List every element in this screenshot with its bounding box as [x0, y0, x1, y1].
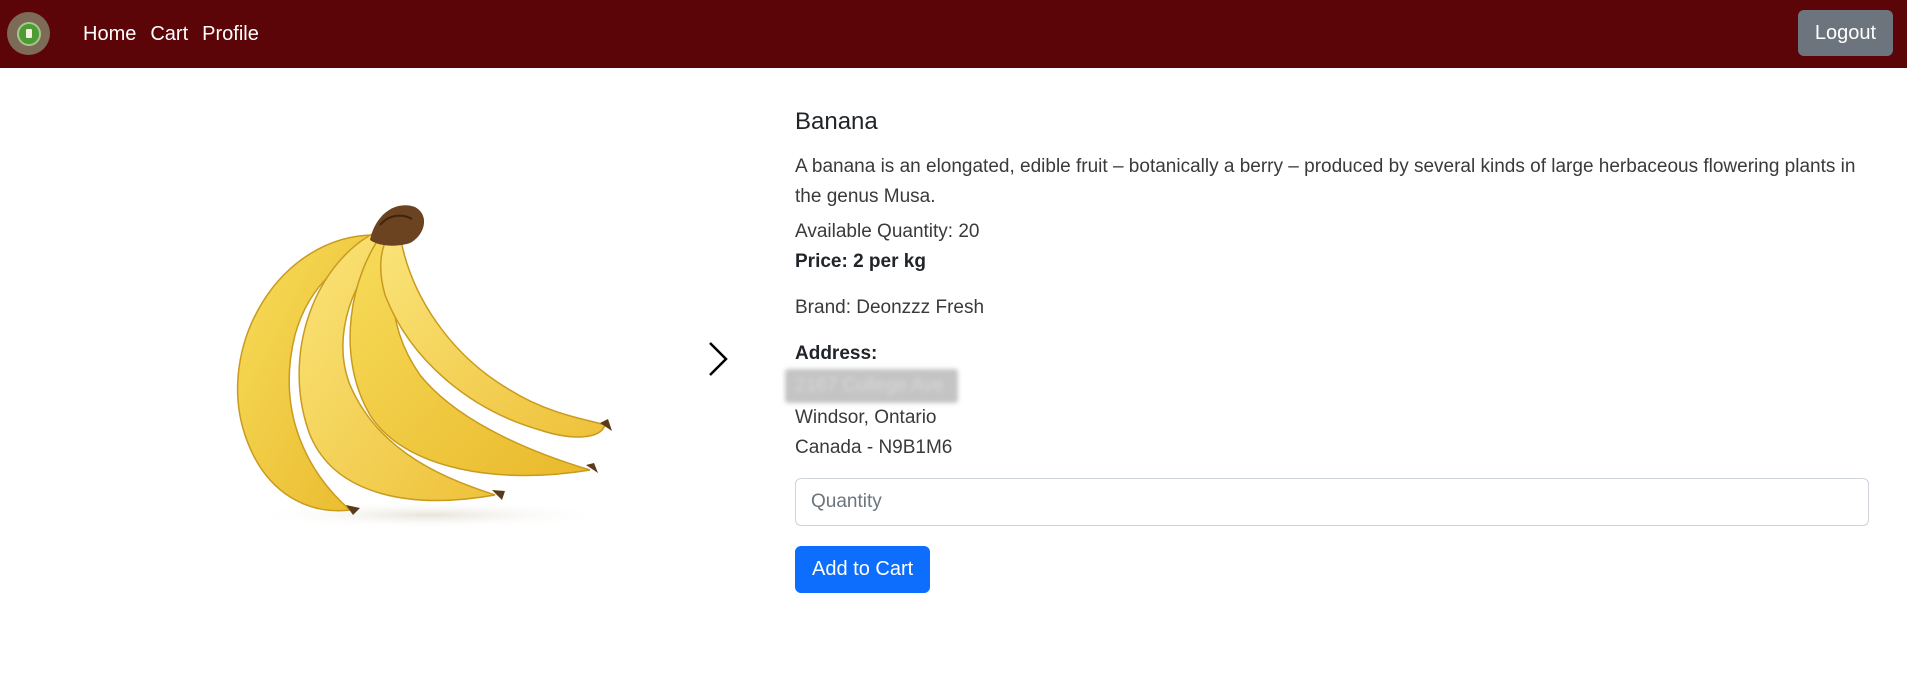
- nav-link-cart[interactable]: Cart: [150, 23, 188, 46]
- top-navbar: Home Cart Profile Logout: [0, 0, 1907, 68]
- product-price: Price: 2 per kg: [795, 251, 926, 272]
- address-line-2: Windsor, Ontario: [795, 407, 937, 428]
- available-quantity: Available Quantity: 20: [795, 221, 980, 242]
- address-line-3: Canada - N9B1M6: [795, 437, 953, 458]
- product-brand: Brand: Deonzzz Fresh: [795, 297, 985, 318]
- product-image-banana: [220, 185, 620, 530]
- quantity-input[interactable]: [795, 478, 1869, 526]
- address-label: Address:: [795, 343, 878, 364]
- store-logo-icon[interactable]: [7, 12, 50, 55]
- product-title: Banana: [795, 108, 878, 135]
- chevron-right-icon: [709, 342, 728, 376]
- address-line-1: 2167 College Ave: [785, 369, 1870, 403]
- nav-links: Home Cart Profile: [83, 0, 273, 68]
- carousel-next-button[interactable]: [700, 335, 736, 383]
- product-description: A banana is an elongated, edible fruit –…: [795, 156, 1856, 207]
- nav-link-home[interactable]: Home: [83, 23, 136, 46]
- nav-link-profile[interactable]: Profile: [202, 23, 259, 46]
- address-street-redacted: 2167 College Ave: [785, 369, 958, 403]
- add-to-cart-button[interactable]: Add to Cart: [795, 546, 931, 593]
- logout-button[interactable]: Logout: [1798, 10, 1893, 56]
- product-details: Banana A banana is an elongated, edible …: [785, 108, 1870, 593]
